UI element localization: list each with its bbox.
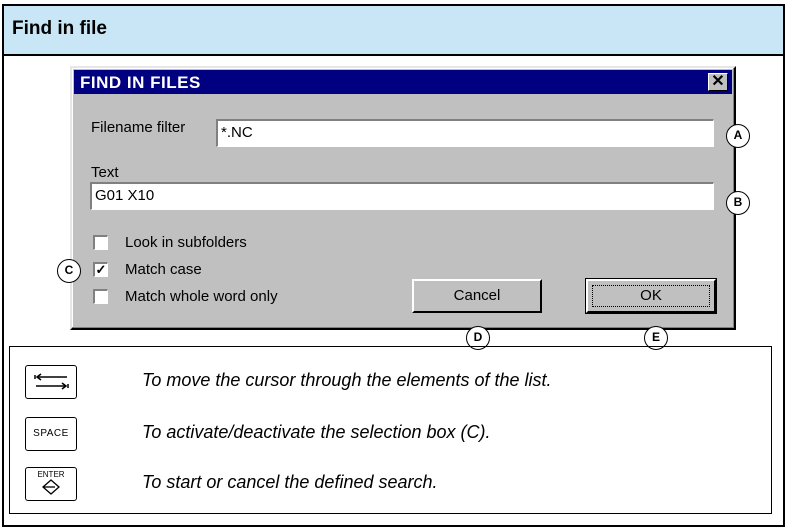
enter-key-label: ENTER <box>37 470 65 479</box>
text-label: Text <box>91 164 119 181</box>
cancel-button-label: Cancel <box>453 287 501 304</box>
callout-b: B <box>726 191 750 215</box>
callout-a: A <box>726 124 750 148</box>
legend-row-enter: ENTER To start or cancel the defined sea… <box>10 463 771 507</box>
find-in-files-dialog: FIND IN FILES ✕ Filename filter *.NC Tex… <box>70 66 736 330</box>
space-key-label: SPACE <box>33 428 69 439</box>
ok-button[interactable]: OK <box>585 278 717 314</box>
focus-ring: OK <box>592 285 710 307</box>
checkbox-box[interactable] <box>93 235 108 250</box>
close-icon[interactable]: ✕ <box>708 73 728 91</box>
tab-arrows-icon <box>33 373 69 390</box>
checkbox-box[interactable] <box>93 289 108 304</box>
legend-row-space: SPACE To activate/deactivate the selecti… <box>10 413 771 457</box>
text-field[interactable]: G01 X10 <box>90 182 714 210</box>
filename-filter-field[interactable]: *.NC <box>216 119 714 147</box>
legend-text: To move the cursor through the elements … <box>142 370 552 390</box>
filename-filter-label: Filename filter <box>91 119 186 136</box>
legend-text: To activate/deactivate the selection box… <box>142 422 491 442</box>
close-glyph: ✕ <box>711 73 725 90</box>
legend-row-tab: To move the cursor through the elements … <box>10 361 771 405</box>
key-legend: To move the cursor through the elements … <box>9 346 772 514</box>
tab-key-icon <box>25 365 77 399</box>
dialog-title: FIND IN FILES <box>80 73 201 92</box>
legend-text: To start or cancel the defined search. <box>142 472 438 492</box>
cancel-button[interactable]: Cancel <box>412 279 542 313</box>
checkbox-label: Match case <box>125 261 202 278</box>
section-title: Find in file <box>12 18 107 39</box>
checkmark-icon[interactable]: ✓ <box>93 262 108 277</box>
space-key: SPACE <box>25 417 77 451</box>
checkbox-label: Look in subfolders <box>125 234 247 251</box>
section-header: Find in file <box>4 6 783 56</box>
dialog-titlebar: FIND IN FILES ✕ <box>74 70 732 94</box>
callout-c: C <box>57 259 81 283</box>
checkbox-label: Match whole word only <box>125 288 278 305</box>
enter-diamond-icon <box>42 479 60 495</box>
enter-key: ENTER <box>25 467 77 501</box>
ok-button-label: OK <box>640 287 662 304</box>
